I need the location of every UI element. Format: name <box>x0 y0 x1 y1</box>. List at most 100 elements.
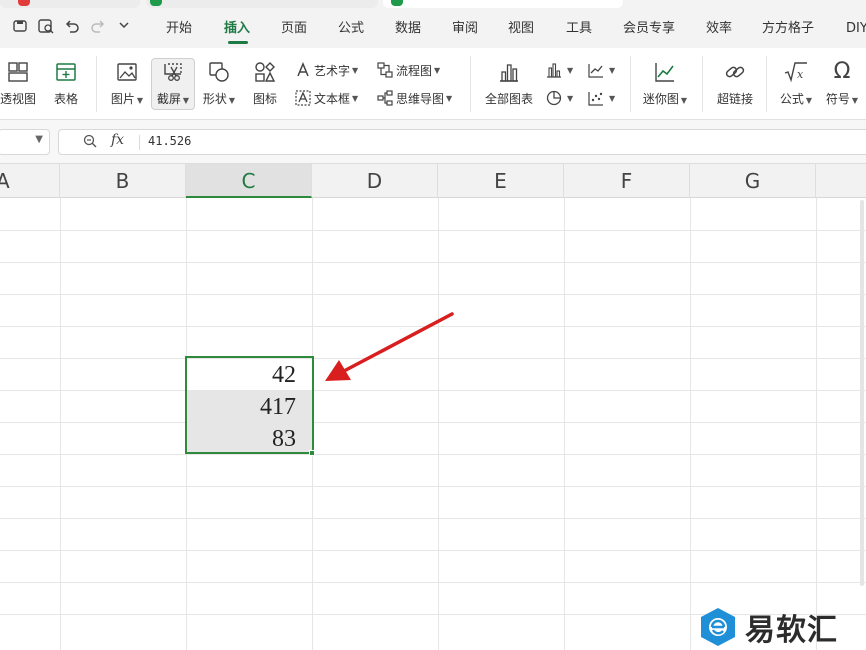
undo-icon[interactable] <box>62 18 82 38</box>
pie-chart-dropdown[interactable]: ▼ <box>546 88 573 108</box>
shape-button[interactable]: 形状 ▼ <box>198 60 240 107</box>
picture-label: 图片 ▼ <box>111 90 143 107</box>
watermark-text: 易软汇 <box>745 613 838 648</box>
document-tab-green[interactable] <box>146 0 378 8</box>
symbol-text: 符号 <box>825 92 850 106</box>
screenshot-button[interactable]: 截屏 ▼ <box>151 60 195 107</box>
symbol-label: 符号 ▼ <box>826 90 858 107</box>
sparkline-label: 迷你图 ▼ <box>643 90 687 107</box>
table-button[interactable]: 表格 <box>50 60 82 107</box>
chevron-down-icon: ▼ <box>182 96 190 105</box>
screenshot-text: 截屏 <box>156 92 181 106</box>
watermark-logo: 易软汇 <box>699 604 864 650</box>
sparkline-button[interactable]: 迷你图 ▼ <box>642 60 688 107</box>
menu-page[interactable]: 页面 <box>281 18 307 40</box>
icons-gallery-icon <box>253 60 277 84</box>
ribbon-separator <box>470 56 471 112</box>
sparkline-text: 迷你图 <box>642 92 679 106</box>
chevron-down-icon: ▼ <box>609 93 616 103</box>
ribbon-separator <box>766 56 767 112</box>
menu-insert[interactable]: 插入 <box>224 18 250 40</box>
zoom-icon[interactable] <box>83 134 97 152</box>
flowchart-button[interactable]: 流程图 ▼ <box>377 60 440 80</box>
mind-map-icon <box>377 90 393 106</box>
omega-icon: Ω <box>833 59 851 84</box>
pie-chart-icon <box>546 90 562 106</box>
column-chart-icon <box>547 63 561 78</box>
formula-separator <box>139 135 140 150</box>
chevron-down-icon: ▼ <box>851 96 859 105</box>
picture-icon <box>115 60 139 84</box>
scatter-chart-icon <box>588 92 603 106</box>
chevron-down-icon: ▼ <box>805 96 813 105</box>
scatter-chart-dropdown[interactable]: ▼ <box>588 88 615 108</box>
text-box-icon <box>295 90 311 106</box>
chevron-down-icon: ▼ <box>609 65 616 75</box>
scissors-icon <box>161 60 185 84</box>
menu-view[interactable]: 视图 <box>508 18 534 40</box>
pivot-view-button[interactable]: 透视图 <box>0 60 40 107</box>
chevron-down-icon: ▼ <box>434 65 441 75</box>
menu-home[interactable]: 开始 <box>166 18 192 40</box>
ribbon-separator <box>702 56 703 112</box>
print-preview-icon[interactable] <box>36 18 56 38</box>
mind-map-button[interactable]: 思维导图 ▼ <box>377 88 452 108</box>
menu-efficiency[interactable]: 效率 <box>706 18 732 40</box>
chevron-down-icon[interactable]: ▼ <box>35 134 43 145</box>
text-box-button[interactable]: 文本框 ▼ <box>295 88 358 108</box>
active-tab-underline <box>228 41 248 44</box>
flowchart-icon <box>377 62 393 78</box>
spreadsheet-grid[interactable]: A B C D E F G 42 417 83 <box>0 164 866 650</box>
chevron-down-icon: ▼ <box>136 96 144 105</box>
formula-value[interactable]: 41.526 <box>148 134 191 148</box>
sparkline-icon <box>653 60 677 84</box>
save-icon[interactable] <box>10 18 30 38</box>
chevron-down-icon: ▼ <box>567 93 574 103</box>
menu-tools[interactable]: 工具 <box>566 18 592 40</box>
menu-fangfang[interactable]: 方方格子 <box>762 18 814 40</box>
formula-button[interactable]: x 公式 ▼ <box>776 60 816 107</box>
all-charts-button[interactable]: 全部图表 <box>482 60 536 107</box>
vertical-scrollbar[interactable] <box>860 200 864 586</box>
redo-icon[interactable] <box>88 18 108 38</box>
formula-label: 公式 ▼ <box>780 90 812 107</box>
name-box[interactable]: ▼ <box>0 129 50 155</box>
flowchart-label: 流程图 <box>396 63 433 78</box>
chevron-down-icon: ▼ <box>680 96 688 105</box>
word-art-button[interactable]: 艺术字 ▼ <box>295 60 358 80</box>
text-box-label: 文本框 <box>314 91 351 106</box>
ribbon-separator <box>630 56 631 112</box>
table-icon <box>54 60 78 84</box>
formula-input[interactable]: fx 41.526 <box>58 129 866 155</box>
word-art-label: 艺术字 <box>314 63 351 78</box>
icon-button[interactable]: 图标 <box>247 60 283 107</box>
column-chart-dropdown[interactable]: ▼ <box>546 60 573 80</box>
chevron-down-icon: ▼ <box>567 65 574 75</box>
menu-review[interactable]: 审阅 <box>452 18 478 40</box>
document-tab-red[interactable] <box>0 0 140 8</box>
picture-text: 图片 <box>110 92 135 106</box>
chevron-down-icon[interactable] <box>114 18 134 38</box>
menu-data[interactable]: 数据 <box>395 18 421 40</box>
picture-button[interactable]: 图片 ▼ <box>106 60 148 107</box>
menu-formula[interactable]: 公式 <box>338 18 364 40</box>
link-icon <box>723 60 747 84</box>
menu-member[interactable]: 会员专享 <box>623 18 675 40</box>
ribbon-separator <box>96 56 97 112</box>
chevron-down-icon: ▼ <box>352 93 359 103</box>
mind-map-label: 思维导图 <box>396 91 445 106</box>
symbol-button[interactable]: Ω 符号 ▼ <box>822 60 862 107</box>
document-tab-active[interactable] <box>383 0 623 8</box>
fx-icon[interactable]: fx <box>111 132 124 148</box>
bar-chart-icon <box>497 60 521 84</box>
shape-icon <box>207 60 231 84</box>
hyperlink-label: 超链接 <box>716 92 753 106</box>
hyperlink-button[interactable]: 超链接 <box>714 60 756 107</box>
shape-label: 形状 ▼ <box>203 90 235 107</box>
annotation-arrow <box>325 312 454 381</box>
icon-label: 图标 <box>252 92 277 106</box>
top-menu-bar: 开始 插入 页面 公式 数据 审阅 视图 工具 会员专享 效率 方方格子 DIY <box>0 0 866 48</box>
menu-diy[interactable]: DIY <box>846 18 866 40</box>
line-chart-dropdown[interactable]: ▼ <box>588 60 615 80</box>
pivot-view-label: 透视图 <box>0 92 36 106</box>
